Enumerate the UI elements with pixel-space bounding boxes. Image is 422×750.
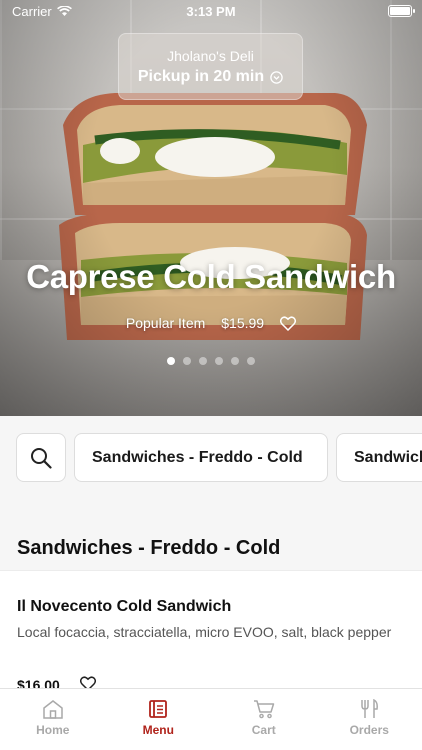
search-button[interactable] [16,433,66,482]
carousel-dot[interactable] [247,357,255,365]
carousel-dot[interactable] [199,357,207,365]
tab-cart[interactable]: Cart [211,689,317,750]
tab-menu[interactable]: Menu [106,689,212,750]
pickup-selector[interactable]: Jholano's Deli Pickup in 20 min [118,33,303,100]
hero-item-title: Caprese Cold Sandwich [26,258,396,295]
hero-meta: Popular Item $15.99 [0,315,422,331]
battery-icon [388,5,415,17]
utensils-icon [361,699,379,718]
tab-home-label: Home [36,723,70,737]
store-name: Jholano's Deli [167,48,254,64]
item-description: Local focaccia, stracciatella, micro EVO… [17,624,392,640]
status-time: 3:13 PM [186,4,236,19]
tab-menu-label: Menu [142,723,174,737]
chevron-down-icon [270,70,283,84]
search-icon [31,447,52,469]
carousel-dot[interactable] [183,357,191,365]
carousel-dot[interactable] [231,357,239,365]
tab-orders-label: Orders [349,723,389,737]
carousel-dot[interactable] [167,357,175,365]
tab-bar: Home Menu Cart Orders [0,688,422,750]
item-name: Il Novecento Cold Sandwich [17,598,232,615]
popular-badge: Popular Item [125,315,206,331]
tab-orders[interactable]: Orders [317,689,422,750]
status-bar: Carrier 3:13 PM [0,0,422,24]
category-chip-freddo-cold[interactable]: Sandwiches - Freddo - Cold [74,433,328,482]
tab-home[interactable]: Home [0,689,106,750]
menu-item-card[interactable]: Il Novecento Cold Sandwich Local focacci… [0,570,422,700]
category-chip-next[interactable]: Sandwich [336,433,422,482]
carousel-dots [0,357,422,365]
category-bar: Sandwiches - Freddo - Cold Sandwich [0,416,422,506]
section-title: Sandwiches - Freddo - Cold [17,537,281,559]
menu-icon [149,700,168,718]
carousel-dot[interactable] [215,357,223,365]
home-icon [43,700,63,719]
cart-icon [253,700,274,719]
hero-price: $15.99 [221,315,265,331]
app-screen: Carrier 3:13 PM Jholano's Deli Pickup in… [0,0,422,750]
pickup-time: Pickup in 20 min [137,68,265,85]
tab-cart-label: Cart [251,723,276,737]
heart-icon[interactable] [280,315,297,331]
hero-banner[interactable]: Carrier 3:13 PM Jholano's Deli Pickup in… [0,0,422,416]
